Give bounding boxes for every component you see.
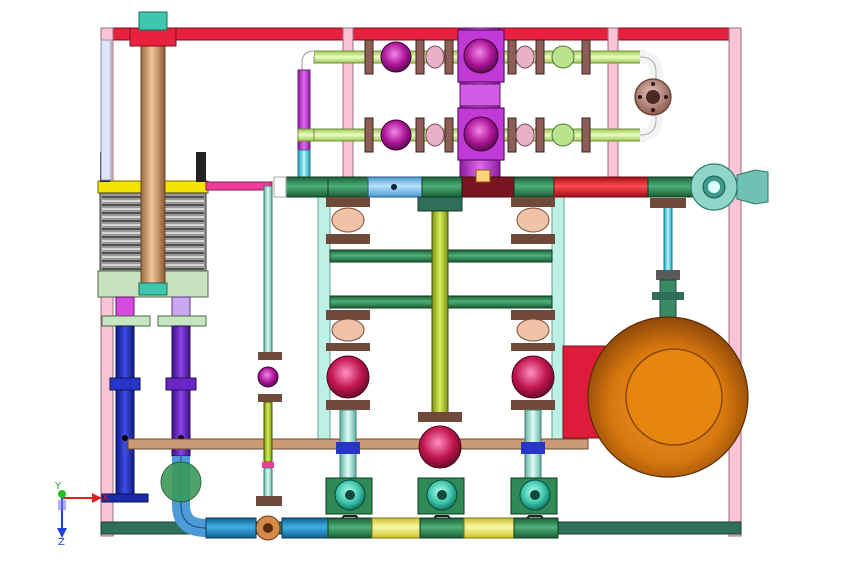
ball-valve-bottom-1[interactable]	[380, 119, 412, 151]
check-valve-bottom[interactable]	[551, 123, 575, 147]
left-riser-cyan	[297, 149, 311, 179]
plate-heat-exchanger	[97, 11, 209, 298]
discharge-valve-1[interactable]	[326, 355, 370, 399]
pump-column-3	[510, 197, 558, 529]
bypass-branch	[255, 185, 282, 541]
check-valve-top[interactable]	[551, 45, 575, 69]
bypass-valve[interactable]	[257, 366, 279, 388]
olive-center-pipe	[431, 199, 449, 421]
axis-z-label: Z	[58, 537, 65, 548]
axis-y-label: Y	[54, 481, 62, 492]
ball-valve-top-1[interactable]	[380, 41, 412, 73]
frame-top-rail	[100, 27, 742, 41]
expansion-tank	[587, 198, 749, 478]
column-top-coupling	[138, 11, 168, 31]
tank-head	[625, 348, 723, 446]
discharge-valve-3[interactable]	[511, 355, 555, 399]
cad-viewport[interactable]: X Y Z	[0, 0, 867, 562]
pump-column-1	[325, 197, 373, 529]
red-header-section	[553, 176, 649, 198]
copper-column	[140, 29, 166, 286]
column-top-cap	[129, 27, 177, 47]
discharge-valve-2[interactable]	[418, 425, 462, 469]
pink-feed-pipe	[205, 181, 273, 191]
pump-skid-assembly: X Y Z	[54, 11, 769, 548]
axis-x-label: X	[102, 493, 109, 504]
blue-pipe-left	[115, 325, 135, 497]
frame-right-post	[728, 27, 742, 537]
